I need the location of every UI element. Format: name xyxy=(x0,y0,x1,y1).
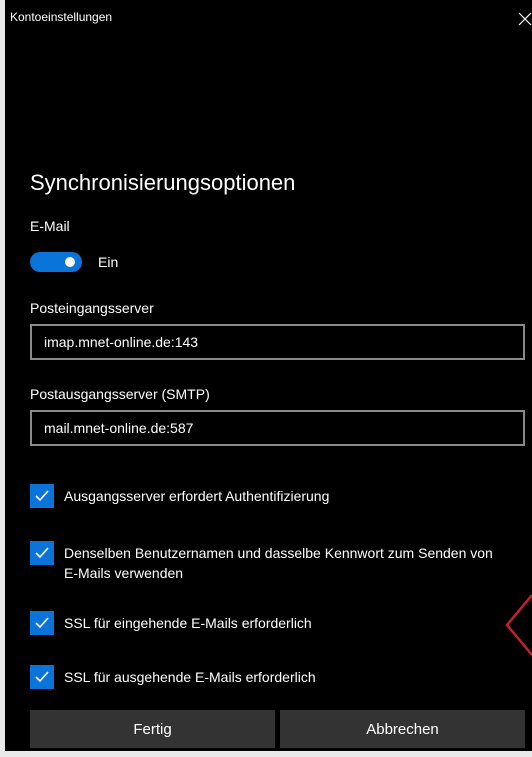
checkbox-label: Ausgangsserver erfordert Authentifizieru… xyxy=(64,488,330,504)
incoming-server-input[interactable]: imap.mnet-online.de:143 xyxy=(30,324,525,360)
checkbox-label: SSL für eingehende E-Mails erforderlich xyxy=(64,615,312,631)
title-bar: Kontoeinstellungen xyxy=(5,0,532,30)
checkbox-box[interactable] xyxy=(30,484,54,508)
checkbox-same-credentials[interactable]: Denselben Benutzernamen und dasselbe Ken… xyxy=(30,541,510,583)
toggle-knob xyxy=(65,257,75,267)
scroll-chevron-icon[interactable] xyxy=(505,590,532,660)
cancel-button[interactable]: Abbrechen xyxy=(280,710,525,748)
checkbox-ssl-outgoing[interactable]: SSL für ausgehende E-Mails erforderlich xyxy=(30,665,510,689)
checkbox-label: SSL für ausgehende E-Mails erforderlich xyxy=(64,669,316,685)
checkmark-icon xyxy=(35,547,49,559)
checkbox-ssl-incoming[interactable]: SSL für eingehende E-Mails erforderlich xyxy=(30,611,510,635)
email-toggle-row: Ein xyxy=(30,251,118,273)
outgoing-server-input[interactable]: mail.mnet-online.de:587 xyxy=(30,410,525,446)
section-title: Synchronisierungsoptionen xyxy=(30,170,296,195)
done-button[interactable]: Fertig xyxy=(30,710,275,748)
account-settings-dialog: Kontoeinstellungen Synchronisierungsopti… xyxy=(5,0,532,751)
checkbox-box[interactable] xyxy=(30,541,54,565)
checkbox-label: Denselben Benutzernamen und dasselbe Ken… xyxy=(64,545,493,581)
outgoing-server-label: Postausgangsserver (SMTP) xyxy=(30,386,210,402)
close-icon xyxy=(518,12,532,26)
email-toggle[interactable] xyxy=(30,252,82,272)
window-title: Kontoeinstellungen xyxy=(10,10,113,24)
checkbox-outgoing-auth[interactable]: Ausgangsserver erfordert Authentifizieru… xyxy=(30,484,510,508)
checkbox-box[interactable] xyxy=(30,665,54,689)
checkmark-icon xyxy=(35,490,49,502)
email-label: E-Mail xyxy=(30,218,70,234)
incoming-server-label: Posteingangsserver xyxy=(30,300,154,316)
checkmark-icon xyxy=(35,617,49,629)
close-button[interactable] xyxy=(512,8,532,28)
email-toggle-state: Ein xyxy=(98,254,119,270)
checkmark-icon xyxy=(35,671,49,683)
checkbox-box[interactable] xyxy=(30,611,54,635)
